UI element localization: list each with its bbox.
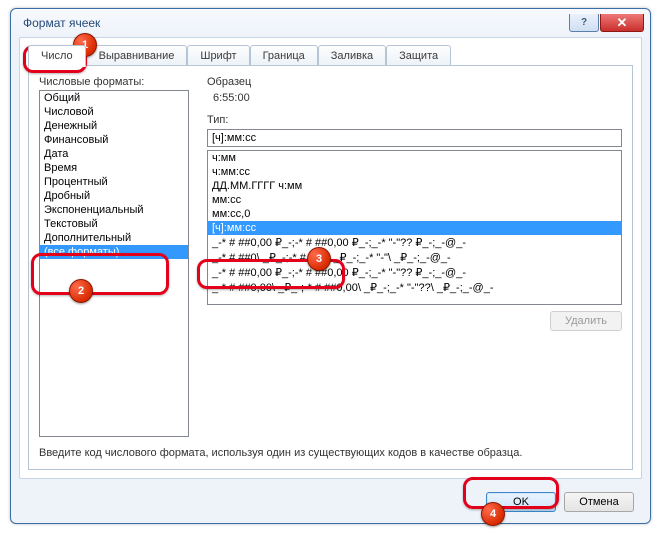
category-item[interactable]: Дополнительный <box>40 231 188 245</box>
type-list-item[interactable]: мм:сс,0 <box>208 207 621 221</box>
upper-panel: Числовые форматы: ОбщийЧисловойДенежныйФ… <box>39 76 622 437</box>
hint-text: Введите код числового формата, используя… <box>39 447 622 459</box>
type-list-item[interactable]: ДД.ММ.ГГГГ ч:мм <box>208 179 621 193</box>
type-label: Тип: <box>207 114 622 126</box>
close-button[interactable]: ✕ <box>600 14 644 32</box>
window-buttons: ? ✕ <box>569 14 644 32</box>
type-input[interactable] <box>207 129 622 147</box>
dialog-footer: OK Отмена <box>11 481 650 523</box>
category-item[interactable]: Экспоненциальный <box>40 203 188 217</box>
tab-font[interactable]: Шрифт <box>187 45 249 67</box>
category-item[interactable]: (все форматы) <box>40 245 188 259</box>
tab-number[interactable]: Число <box>28 45 86 67</box>
ok-button[interactable]: OK <box>486 492 556 512</box>
sample-box: Образец 6:55:00 <box>207 76 622 106</box>
titlebar: Формат ячеек ? ✕ <box>11 9 650 37</box>
cancel-button[interactable]: Отмена <box>564 492 634 512</box>
tab-border[interactable]: Граница <box>250 45 318 67</box>
category-item[interactable]: Числовой <box>40 105 188 119</box>
category-item[interactable]: Дата <box>40 147 188 161</box>
right-column: Образец 6:55:00 Тип: ч:ммч:мм:ссДД.ММ.ГГ… <box>207 76 622 437</box>
category-item[interactable]: Дробный <box>40 189 188 203</box>
type-list-item[interactable]: ч:мм <box>208 151 621 165</box>
type-list-item[interactable]: _-* # ##0\ _₽_-;-* # ##0\ _₽_-;_-* "-"\ … <box>208 250 621 265</box>
categories-label: Числовые форматы: <box>39 76 189 88</box>
delete-button[interactable]: Удалить <box>550 311 622 331</box>
help-button[interactable]: ? <box>569 14 599 32</box>
category-item[interactable]: Финансовый <box>40 133 188 147</box>
type-list[interactable]: ч:ммч:мм:ссДД.ММ.ГГГГ ч:мммм:ссмм:сс,0[ч… <box>207 150 622 305</box>
category-item[interactable]: Текстовый <box>40 217 188 231</box>
category-column: Числовые форматы: ОбщийЧисловойДенежныйФ… <box>39 76 189 437</box>
category-item[interactable]: Процентный <box>40 175 188 189</box>
type-list-item[interactable]: ч:мм:сс <box>208 165 621 179</box>
delete-row: Удалить <box>207 311 622 331</box>
sample-value: 6:55:00 <box>207 90 622 106</box>
type-list-item[interactable]: _-* # ##0,00\ _₽_-;-* # ##0,00\ _₽_-;_-*… <box>208 280 621 295</box>
type-list-item[interactable]: _-* # ##0,00 ₽_-;-* # ##0,00 ₽_-;_-* "-"… <box>208 265 621 280</box>
category-item[interactable]: Общий <box>40 91 188 105</box>
type-list-item[interactable]: мм:сс <box>208 193 621 207</box>
type-list-item[interactable]: [ч]:мм:сс <box>208 221 621 235</box>
window-title: Формат ячеек <box>23 16 100 30</box>
category-item[interactable]: Время <box>40 161 188 175</box>
tab-alignment[interactable]: Выравнивание <box>86 45 188 67</box>
tab-protection[interactable]: Защита <box>386 45 451 67</box>
tab-page-number: Числовые форматы: ОбщийЧисловойДенежныйФ… <box>28 65 633 470</box>
dialog-content: Число Выравнивание Шрифт Граница Заливка… <box>19 37 642 479</box>
tab-fill[interactable]: Заливка <box>318 45 386 67</box>
format-cells-dialog: Формат ячеек ? ✕ Число Выравнивание Шриф… <box>10 8 651 524</box>
tab-strip: Число Выравнивание Шрифт Граница Заливка… <box>28 44 633 66</box>
type-list-item[interactable]: _-* # ##0,00 ₽_-;-* # ##0,00 ₽_-;_-* "-"… <box>208 235 621 250</box>
sample-label: Образец <box>207 76 622 88</box>
category-item[interactable]: Денежный <box>40 119 188 133</box>
category-list[interactable]: ОбщийЧисловойДенежныйФинансовыйДатаВремя… <box>39 90 189 437</box>
